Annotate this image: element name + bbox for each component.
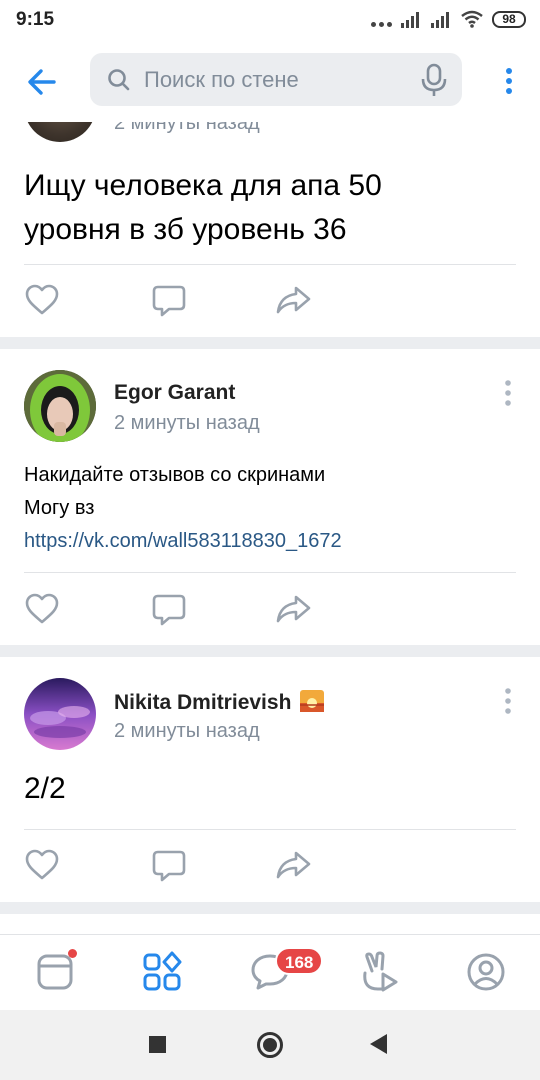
heart-icon[interactable] [24, 282, 60, 318]
post-timestamp: 2 минуты назад [114, 720, 260, 742]
wifi-icon [461, 10, 483, 28]
status-time: 9:15 [16, 9, 55, 30]
post-text: Накидайте отзывов со скринами Могу вз ht… [24, 459, 516, 558]
share-icon[interactable] [275, 282, 311, 318]
services-icon[interactable] [141, 951, 183, 993]
search-field[interactable]: Поиск по стене [90, 53, 462, 106]
post-text: 2/2 [24, 769, 516, 809]
recent-apps-button[interactable] [149, 1036, 166, 1053]
more-vertical-icon[interactable] [504, 379, 512, 407]
avatar[interactable] [24, 122, 96, 142]
share-icon[interactable] [275, 847, 311, 883]
comment-icon[interactable] [151, 592, 187, 628]
messages-badge: 168 [275, 947, 324, 975]
divider [24, 829, 516, 830]
post-timestamp: 2 минуты назад [114, 122, 260, 134]
home-button[interactable] [257, 1032, 283, 1058]
avatar[interactable] [24, 678, 96, 750]
more-vertical-icon[interactable] [504, 66, 514, 96]
post-card: Egor Garant 2 минуты назад Накидайте отз… [0, 349, 540, 645]
search-placeholder: Поиск по стене [144, 67, 299, 92]
more-vertical-icon[interactable] [504, 687, 512, 715]
search-icon [108, 69, 130, 91]
notification-dots-icon [371, 12, 392, 27]
arrow-left-icon[interactable] [22, 62, 62, 102]
post-link[interactable]: https://vk.com/wall583118830_1672 [24, 525, 516, 558]
post-text-line: Ищу человека для апа 50 [24, 169, 382, 202]
battery-indicator: 98 [492, 10, 526, 28]
bottom-tab-bar: 168 [0, 934, 540, 1010]
clips-icon[interactable] [358, 951, 400, 993]
signal-icon [401, 12, 419, 28]
post-card: 2 минуты назад Ищу человека для апа 50 у… [0, 122, 540, 337]
comment-icon[interactable] [151, 283, 187, 319]
author-name[interactable]: Nikita Dmitrievish [114, 689, 325, 715]
post-text-line: 2/2 [24, 772, 66, 805]
divider [24, 264, 516, 265]
author-name[interactable]: Egor Garant [114, 381, 235, 405]
heart-icon[interactable] [24, 847, 60, 883]
post-text-line: уровня в зб уровень 36 [24, 213, 347, 246]
heart-icon[interactable] [24, 591, 60, 627]
system-navigation-bar [0, 1010, 540, 1080]
post-timestamp: 2 минуты назад [114, 412, 260, 434]
signal-icon-2 [431, 12, 449, 28]
sunset-emoji-icon [300, 690, 325, 712]
wall-feed[interactable]: 2 минуты назад Ищу человека для апа 50 у… [0, 122, 540, 934]
avatar-image [24, 678, 96, 750]
status-bar: 9:15 98 [0, 0, 540, 40]
author-name-text: Nikita Dmitrievish [114, 691, 292, 714]
post-text: Ищу человека для апа 50 уровня в зб уров… [24, 164, 516, 252]
avatar[interactable] [24, 370, 96, 442]
divider [24, 572, 516, 573]
post-text-line: Могу вз [24, 497, 95, 519]
microphone-icon[interactable] [418, 63, 450, 97]
post-card [0, 914, 540, 934]
back-button[interactable] [370, 1034, 387, 1054]
share-icon[interactable] [275, 591, 311, 627]
newsfeed-notification-dot [68, 949, 77, 958]
app-header: Поиск по стене [0, 40, 540, 122]
profile-icon[interactable] [465, 951, 507, 993]
avatar-image [24, 370, 96, 442]
comment-icon[interactable] [151, 848, 187, 884]
screen: 9:15 98 Поиск по стене 2 минуты назад Ищ… [0, 0, 540, 1080]
post-text-line: Накидайте отзывов со скринами [24, 464, 326, 486]
post-card: Nikita Dmitrievish 2 минуты назад 2/2 [0, 657, 540, 902]
status-icons: 98 [371, 8, 526, 30]
